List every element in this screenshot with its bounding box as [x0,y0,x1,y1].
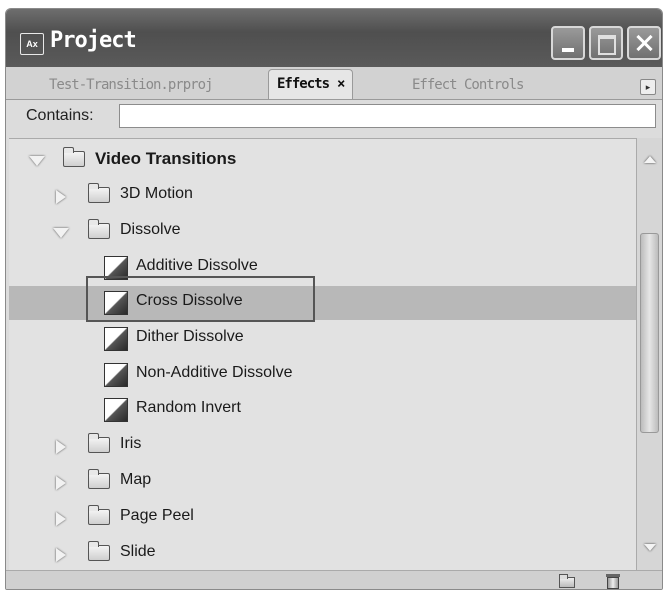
window-title: Project [50,28,137,53]
tree-folder-page-peel[interactable]: Page Peel [9,501,636,535]
tree-label: Iris [120,435,142,452]
tab-effect-controls[interactable]: Effect Controls [404,73,531,97]
tree-label: Random Invert [136,399,241,416]
folder-icon [88,183,110,203]
tree-item-non-additive-dissolve[interactable]: Non-Additive Dissolve [9,358,636,392]
folder-icon [88,541,110,561]
tree-label: Additive Dissolve [136,257,258,274]
trash-icon[interactable] [606,573,620,589]
transition-effect-icon [104,363,128,387]
tab-effects[interactable]: Effects × [268,69,354,99]
tree-folder-iris[interactable]: Iris [9,429,636,463]
new-bin-icon[interactable] [559,574,577,588]
tree-label: Dither Dissolve [136,328,244,345]
project-panel: Ax Project Test-Transition.prproj Effect… [5,8,663,590]
scroll-up-icon[interactable] [637,146,662,170]
tree-folder-map[interactable]: Map [9,465,636,499]
tree-folder-3d-motion[interactable]: 3D Motion [9,179,636,213]
folder-icon [88,505,110,525]
tree-label: 3D Motion [120,185,193,202]
tab-close-icon[interactable]: × [337,76,346,92]
disclosure-closed-icon[interactable] [56,476,66,490]
scroll-down-icon[interactable] [637,536,662,560]
title-bar[interactable]: Ax Project [6,9,662,67]
app-icon: Ax [20,33,44,55]
transition-effect-icon [104,398,128,422]
folder-icon [63,147,85,167]
disclosure-closed-icon[interactable] [56,190,66,204]
tree-label: Non-Additive Dissolve [136,364,293,381]
tree-folder-slide[interactable]: Slide [9,537,636,571]
tree-label: Slide [120,543,156,560]
search-row: Contains: [6,100,662,138]
effects-tree: Video Transitions 3D Motion Dissolve Add… [9,138,636,571]
minimize-button[interactable] [551,26,585,60]
panel-footer [6,570,662,589]
tree-label: Map [120,471,152,488]
vertical-scrollbar[interactable] [636,138,662,570]
folder-icon [88,219,110,239]
tree-label: Page Peel [120,507,194,524]
tree-folder-dissolve[interactable]: Dissolve [9,215,636,249]
panel-menu-icon[interactable]: ▸ [640,79,656,95]
disclosure-closed-icon[interactable] [56,548,66,562]
tree-item-random-invert[interactable]: Random Invert [9,393,636,427]
tab-effects-label: Effects [277,76,330,92]
tree-label: Dissolve [120,221,181,238]
contains-label: Contains: [26,107,94,124]
folder-icon [88,433,110,453]
tree-item-dither-dissolve[interactable]: Dither Dissolve [9,322,636,356]
scroll-thumb[interactable] [640,233,659,433]
focus-highlight [86,276,315,322]
tab-strip: Test-Transition.prproj Effects × Effect C… [6,67,662,100]
contains-search-input[interactable] [119,104,656,128]
close-button[interactable] [627,26,661,60]
transition-effect-icon [104,327,128,351]
tab-project-label: Test-Transition.prproj [49,77,213,93]
maximize-button[interactable] [589,26,623,60]
tab-effect-controls-label: Effect Controls [412,77,524,93]
disclosure-open-icon[interactable] [53,228,69,238]
tree-folder-video-transitions[interactable]: Video Transitions [9,143,636,177]
tree-label: Video Transitions [95,149,237,168]
disclosure-closed-icon[interactable] [56,440,66,454]
tab-project[interactable]: Test-Transition.prproj [41,73,220,97]
disclosure-open-icon[interactable] [29,156,45,166]
disclosure-closed-icon[interactable] [56,512,66,526]
folder-icon [88,469,110,489]
